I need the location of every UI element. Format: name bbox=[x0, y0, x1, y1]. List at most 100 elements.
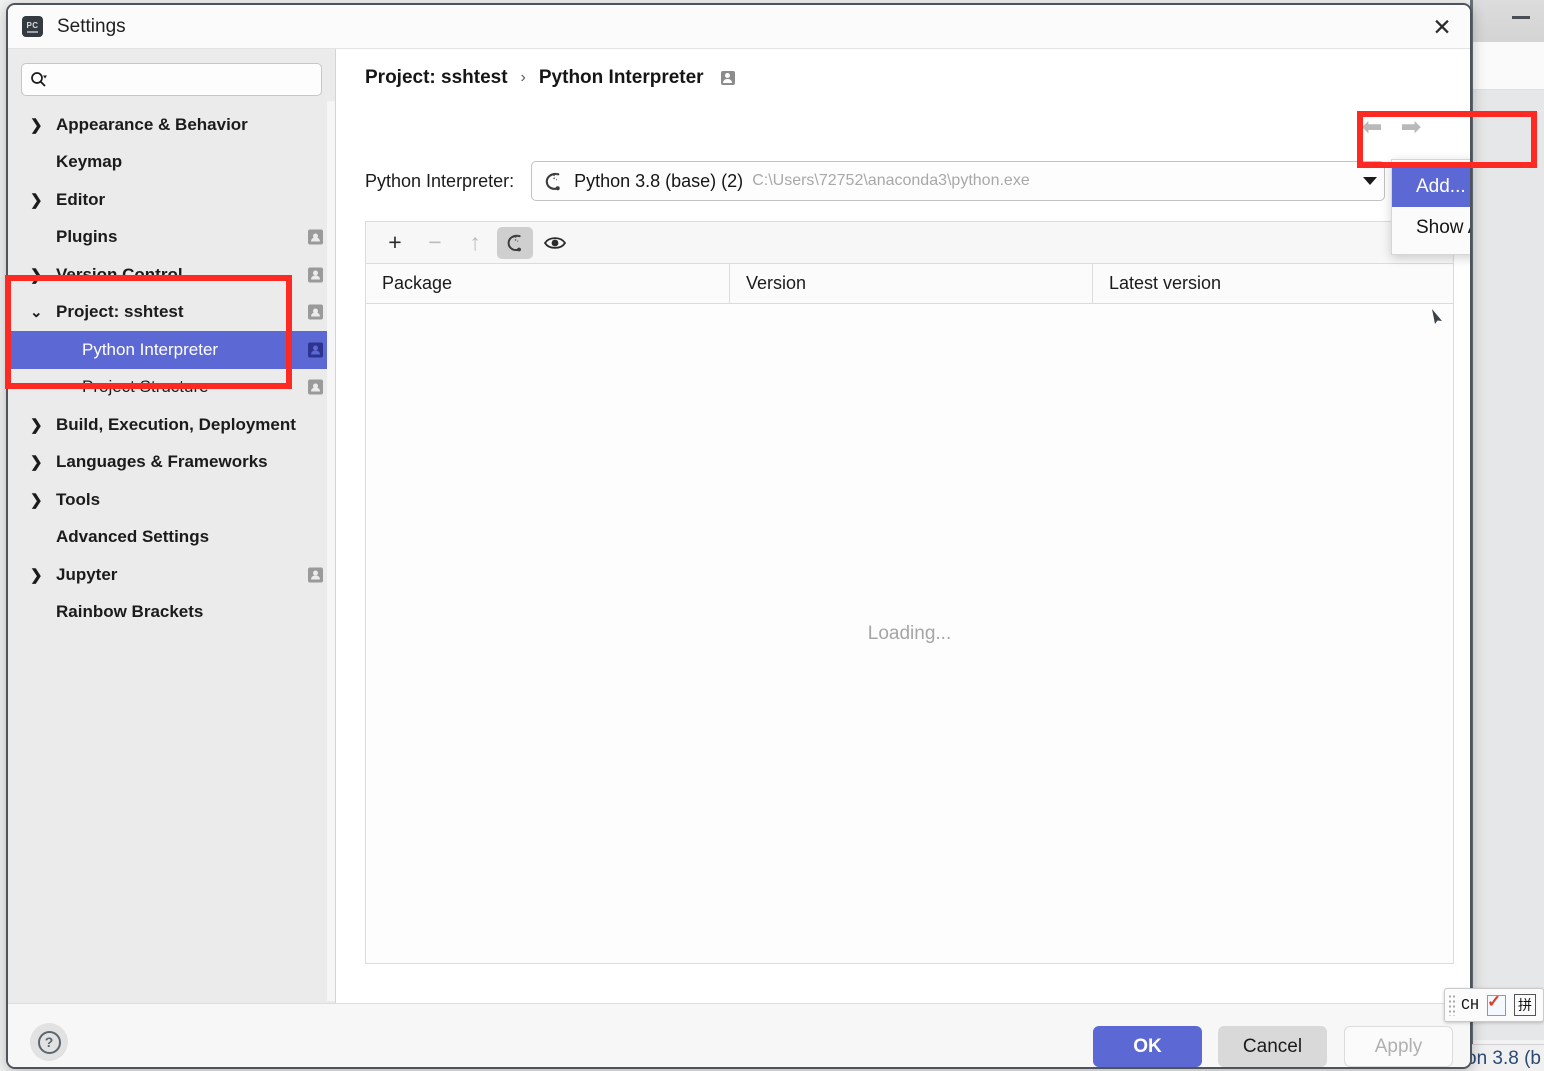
dialog-title: Settings bbox=[57, 15, 126, 37]
chevron-right-icon[interactable]: ❯ bbox=[30, 266, 56, 284]
sidebar-item-project-sshtest[interactable]: ⌄ Project: sshtest bbox=[8, 294, 335, 332]
search-input[interactable] bbox=[51, 71, 313, 88]
sidebar-item-plugins[interactable]: Plugins bbox=[8, 219, 335, 257]
show-early-releases-button[interactable] bbox=[537, 227, 573, 259]
ime-mode-label[interactable]: CH bbox=[1461, 997, 1479, 1014]
help-button[interactable]: ? bbox=[30, 1023, 68, 1061]
package-table-body: Loading... bbox=[365, 304, 1454, 964]
chevron-down-icon[interactable]: ⌄ bbox=[30, 303, 56, 321]
sidebar-item-label: Plugins bbox=[56, 227, 118, 247]
sidebar-item-appearance-behavior[interactable]: ❯ Appearance & Behavior bbox=[8, 106, 335, 144]
package-panel: + − ↑ Package Version Latest version Loa… bbox=[365, 221, 1454, 966]
chevron-right-icon[interactable]: ❯ bbox=[30, 191, 56, 209]
conda-icon bbox=[507, 234, 521, 251]
chevron-down-icon bbox=[1362, 177, 1377, 185]
dialog-body: ❯ Appearance & Behavior Keymap ❯ Editor Plugi… bbox=[8, 49, 1470, 1003]
install-package-button[interactable]: + bbox=[377, 227, 413, 259]
ime-document-icon[interactable] bbox=[1487, 992, 1507, 1016]
sidebar-item-label: Python Interpreter bbox=[82, 339, 219, 359]
background-toolbar bbox=[1470, 42, 1544, 90]
background-titlebar bbox=[1470, 0, 1544, 42]
column-header-version[interactable]: Version bbox=[729, 264, 1092, 303]
sidebar-item-label: Version Control bbox=[56, 264, 183, 284]
sidebar-item-keymap[interactable]: Keymap bbox=[8, 144, 335, 182]
sidebar-item-version-control[interactable]: ❯ Version Control bbox=[8, 256, 335, 294]
project-scope-icon bbox=[308, 567, 323, 583]
interpreter-dropdown-menu: Add...Show All... bbox=[1391, 159, 1470, 255]
uninstall-package-button[interactable]: − bbox=[417, 227, 453, 259]
dialog-titlebar: PC Settings ✕ bbox=[8, 5, 1470, 49]
project-scope-icon bbox=[308, 379, 323, 395]
sidebar-item-label: Advanced Settings bbox=[56, 527, 210, 547]
interpreter-select[interactable]: Python 3.8 (base) (2) C:\Users\72752\ana… bbox=[531, 161, 1375, 201]
breadcrumb: Project: sshtest › Python Interpreter bbox=[365, 67, 735, 89]
package-toolbar: + − ↑ bbox=[365, 221, 1454, 263]
sidebar-item-python-interpreter[interactable]: Python Interpreter bbox=[8, 331, 335, 369]
settings-sidebar: ❯ Appearance & Behavior Keymap ❯ Editor Plugi… bbox=[8, 49, 336, 1003]
search-icon bbox=[31, 72, 47, 87]
interpreter-dropdown-button[interactable] bbox=[1355, 161, 1385, 201]
sidebar-item-label: Build, Execution, Deployment bbox=[56, 414, 296, 434]
interpreter-row: Python Interpreter: Python 3.8 (base) (2… bbox=[365, 161, 1375, 201]
nav-back-icon[interactable]: ⬅ bbox=[1359, 114, 1385, 140]
chevron-right-icon[interactable]: ❯ bbox=[30, 416, 56, 434]
minimize-button[interactable] bbox=[1512, 16, 1530, 19]
settings-main-panel: Project: sshtest › Python Interpreter ⬅ … bbox=[336, 49, 1470, 1003]
chevron-right-icon[interactable]: ❯ bbox=[30, 491, 56, 509]
upgrade-package-button[interactable]: ↑ bbox=[457, 227, 493, 259]
package-table-header: Package Version Latest version bbox=[365, 263, 1454, 304]
breadcrumb-separator-icon: › bbox=[520, 69, 526, 86]
cancel-button[interactable]: Cancel bbox=[1218, 1026, 1327, 1067]
sidebar-item-label: Editor bbox=[56, 189, 106, 209]
project-scope-icon bbox=[308, 229, 323, 245]
sidebar-item-project-structure[interactable]: Project Structure bbox=[8, 369, 335, 407]
search-box[interactable] bbox=[21, 63, 322, 96]
ime-toolbar[interactable]: CH 拼 bbox=[1444, 988, 1544, 1022]
sidebar-item-label: Tools bbox=[56, 489, 101, 509]
pycharm-logo-icon: PC bbox=[22, 16, 43, 37]
search-wrapper bbox=[8, 49, 335, 106]
project-scope-icon bbox=[308, 304, 323, 320]
cursor-icon bbox=[1432, 309, 1442, 324]
sidebar-item-label: Jupyter bbox=[56, 564, 118, 584]
ok-button[interactable]: OK bbox=[1093, 1026, 1202, 1067]
sidebar-item-build-execution-deployment[interactable]: ❯ Build, Execution, Deployment bbox=[8, 406, 335, 444]
sidebar-item-languages-frameworks[interactable]: ❯ Languages & Frameworks bbox=[8, 444, 335, 482]
menu-item-add[interactable]: Add... bbox=[1392, 166, 1470, 207]
chevron-right-icon[interactable]: ❯ bbox=[30, 566, 56, 584]
ime-drag-handle[interactable] bbox=[1448, 994, 1455, 1016]
interpreter-label: Python Interpreter: bbox=[365, 170, 515, 191]
settings-dialog: PC Settings ✕ ❯ Appearance & Behavior Keym… bbox=[6, 3, 1472, 1069]
project-scope-icon bbox=[308, 267, 323, 283]
column-header-package[interactable]: Package bbox=[366, 264, 729, 303]
ime-pinyin-icon[interactable]: 拼 bbox=[1514, 994, 1537, 1016]
conda-toggle-button[interactable] bbox=[497, 226, 533, 259]
help-icon: ? bbox=[37, 1030, 61, 1054]
pycharm-logo-bar bbox=[27, 30, 38, 33]
sidebar-item-advanced-settings[interactable]: Advanced Settings bbox=[8, 519, 335, 557]
sidebar-item-label: Project Structure bbox=[82, 377, 209, 397]
sidebar-item-jupyter[interactable]: ❯ Jupyter bbox=[8, 556, 335, 594]
chevron-right-icon[interactable]: ❯ bbox=[30, 453, 56, 471]
sidebar-item-label: Languages & Frameworks bbox=[56, 452, 268, 472]
conda-icon bbox=[545, 172, 560, 190]
pycharm-logo-text: PC bbox=[26, 20, 39, 30]
breadcrumb-current: Python Interpreter bbox=[538, 67, 704, 88]
sidebar-item-label: Appearance & Behavior bbox=[56, 114, 248, 134]
sidebar-item-label: Keymap bbox=[56, 152, 123, 172]
settings-tree: ❯ Appearance & Behavior Keymap ❯ Editor Plugi… bbox=[8, 106, 335, 631]
chevron-right-icon[interactable]: ❯ bbox=[30, 116, 56, 134]
breadcrumb-parent[interactable]: Project: sshtest bbox=[365, 67, 508, 89]
sidebar-item-label: Rainbow Brackets bbox=[56, 602, 204, 622]
nav-forward-icon[interactable]: ➡ bbox=[1398, 114, 1424, 140]
sidebar-item-tools[interactable]: ❯ Tools bbox=[8, 481, 335, 519]
sidebar-scrollbar[interactable] bbox=[327, 101, 335, 1001]
interpreter-path: C:\Users\72752\anaconda3\python.exe bbox=[752, 172, 1030, 189]
menu-item-show-all[interactable]: Show All... bbox=[1392, 207, 1470, 248]
loading-text: Loading... bbox=[867, 622, 952, 644]
sidebar-item-rainbow-brackets[interactable]: Rainbow Brackets bbox=[8, 594, 335, 632]
column-header-latest-version[interactable]: Latest version bbox=[1092, 264, 1453, 303]
background-editor-area bbox=[1470, 90, 1544, 1040]
close-icon[interactable]: ✕ bbox=[1414, 5, 1470, 49]
sidebar-item-editor[interactable]: ❯ Editor bbox=[8, 181, 335, 219]
